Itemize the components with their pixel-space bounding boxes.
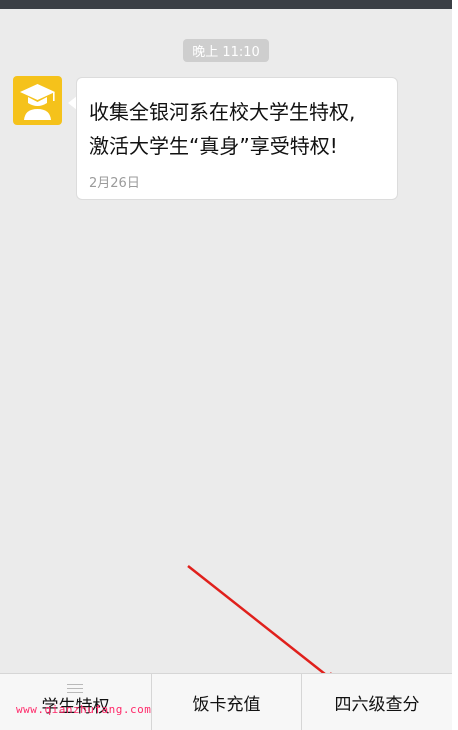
red-arrow-annotation <box>187 565 341 690</box>
menu-item-label: 饭卡充值 <box>192 694 261 715</box>
menu-item-card-recharge[interactable]: 饭卡充值 <box>151 674 301 730</box>
watermark: www.qianzhufang.com <box>16 703 152 716</box>
menu-item-cet-score[interactable]: 四六级查分 <box>301 674 452 730</box>
menu-item-student-privileges[interactable]: 学生特权 <box>0 674 151 730</box>
arrow-line <box>187 565 331 679</box>
menu-item-label: 四六级查分 <box>334 694 420 715</box>
bottom-menu: 学生特权 饭卡充值 四六级查分 <box>0 673 452 730</box>
